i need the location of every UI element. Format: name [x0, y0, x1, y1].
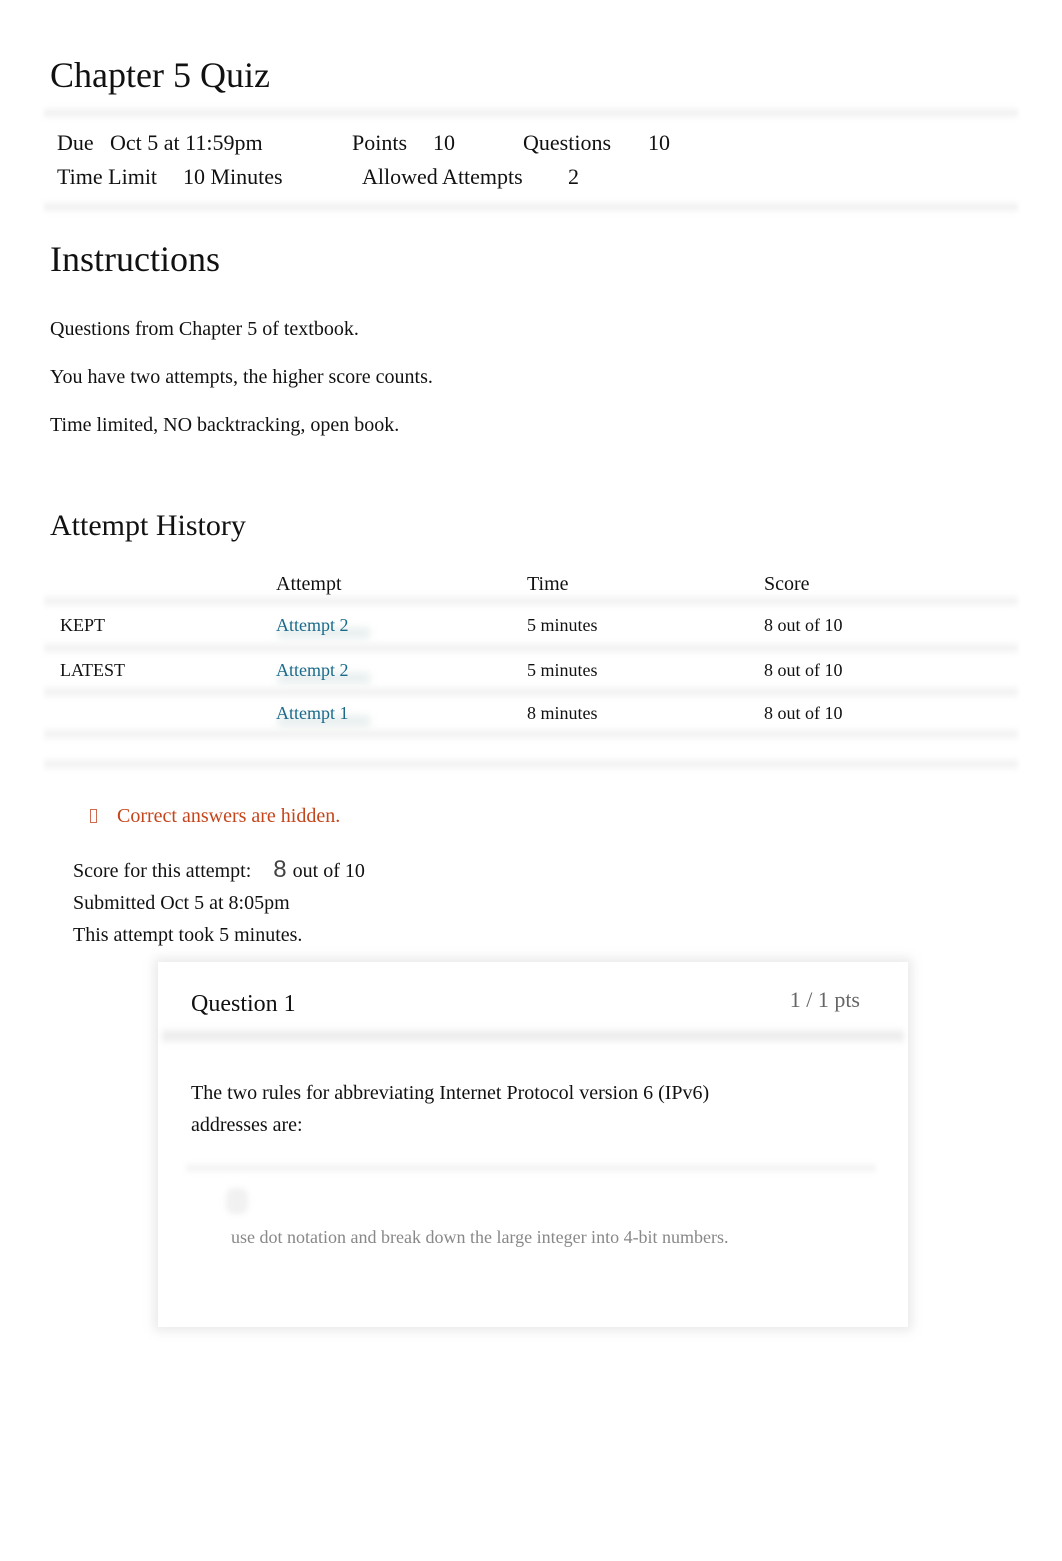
attempt-score: 8 out of 10	[764, 660, 843, 680]
answers-hidden-notice: Correct answers are hidden.	[88, 805, 340, 828]
points-value: 10	[433, 130, 455, 155]
divider	[186, 1162, 876, 1174]
attempt-score: 8 out of 10	[764, 615, 843, 635]
answer-radio-icon	[226, 1188, 248, 1214]
points-label: Points	[352, 130, 408, 155]
attempt-time: 8 minutes	[527, 703, 598, 723]
allowed-attempts-value: 2	[568, 164, 579, 189]
attempt-duration: This attempt took 5 minutes.	[73, 924, 303, 946]
score-value: 8	[273, 856, 287, 883]
instructions-heading: Instructions	[50, 239, 220, 279]
divider	[44, 200, 1018, 214]
attempt-time: 5 minutes	[527, 615, 598, 635]
questions-value: 10	[648, 130, 670, 155]
notice-text: Correct answers are hidden.	[117, 805, 341, 827]
row-divider	[44, 756, 1018, 772]
attempt-link[interactable]: Attempt 2	[276, 615, 349, 636]
allowed-attempts-label: Allowed Attempts	[362, 164, 523, 189]
info-icon	[90, 809, 97, 823]
row-divider	[44, 726, 1018, 742]
question-title: Question 1	[191, 991, 296, 1017]
page-title: Chapter 5 Quiz	[50, 55, 270, 95]
attempt-link[interactable]: Attempt 2	[276, 660, 349, 681]
questions-label: Questions	[523, 130, 611, 155]
time-limit-value: 10 Minutes	[183, 164, 283, 189]
divider	[44, 106, 1018, 120]
attempt-tag: KEPT	[60, 615, 105, 635]
score-suffix: out of 10	[292, 860, 365, 882]
question-text: The two rules for abbreviating Internet …	[191, 1082, 710, 1136]
attempt-time: 5 minutes	[527, 660, 598, 680]
divider	[162, 1028, 904, 1044]
attempt-score: 8 out of 10	[764, 703, 843, 723]
row-divider	[44, 640, 1018, 656]
attempt-history-heading: Attempt History	[50, 509, 246, 542]
attempt-history-table: Attempt Time Score KEPT Attempt 2 5 minu…	[44, 570, 1018, 780]
quiz-details: Due Oct 5 at 11:59pm Points 10 Questions…	[44, 104, 1018, 216]
due-value: Oct 5 at 11:59pm	[110, 130, 263, 155]
attempt-link[interactable]: Attempt 1	[276, 703, 349, 724]
row-divider	[44, 593, 1018, 609]
question-card: Question 1 1 / 1 pts The two rules for a…	[158, 962, 908, 1327]
question-points: 1 / 1 pts	[789, 987, 860, 1012]
attempt-tag: LATEST	[60, 660, 125, 680]
instruction-paragraph: You have two attempts, the higher score …	[50, 366, 433, 388]
instruction-paragraph: Time limited, NO backtracking, open book…	[50, 414, 400, 436]
attempt-score-line: Score for this attempt: 8 out of 10	[73, 856, 365, 884]
instruction-paragraph: Questions from Chapter 5 of textbook.	[50, 318, 359, 340]
time-limit-label: Time Limit	[57, 164, 158, 189]
row-divider	[44, 684, 1018, 700]
question-header: Question 1 1 / 1 pts	[158, 962, 908, 1032]
due-label: Due	[57, 130, 94, 155]
score-label: Score for this attempt:	[73, 860, 252, 882]
submitted-time: Submitted Oct 5 at 8:05pm	[73, 892, 290, 914]
answer-option: use dot notation and break down the larg…	[231, 1227, 729, 1247]
